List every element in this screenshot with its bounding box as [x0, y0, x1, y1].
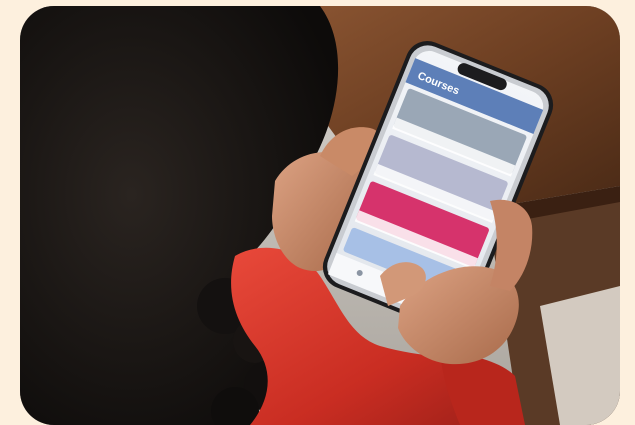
photo: Courses — [20, 6, 620, 425]
photo-frame: Courses — [20, 6, 620, 425]
